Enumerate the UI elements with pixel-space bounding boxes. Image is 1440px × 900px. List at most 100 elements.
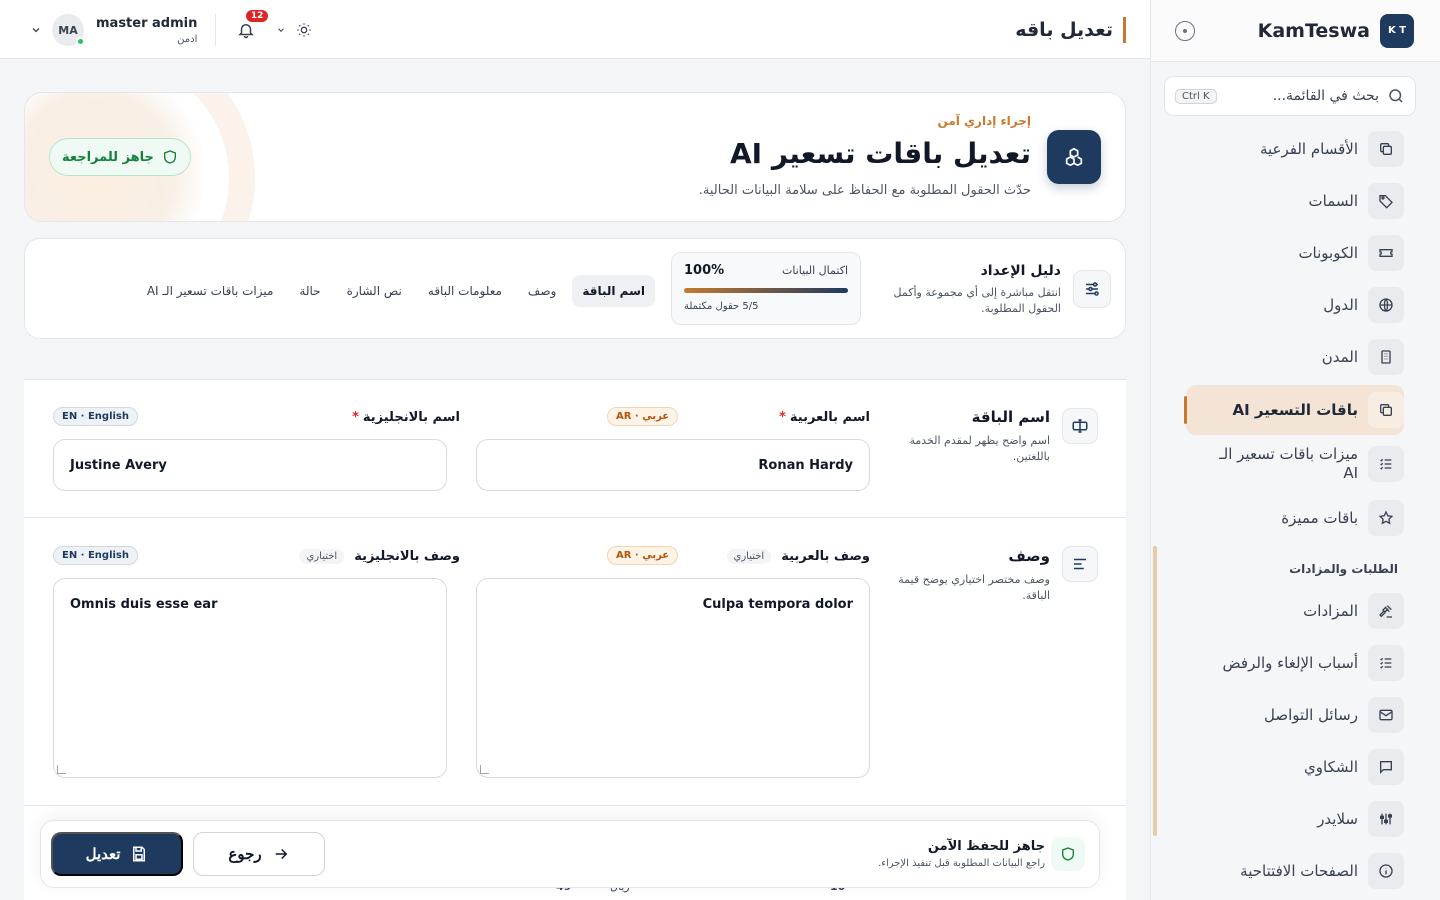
shield-icon	[163, 150, 176, 164]
avatar-initials: MA	[58, 23, 78, 37]
tab-package-info[interactable]: معلومات الباقه	[418, 275, 512, 307]
shield-icon	[1051, 837, 1085, 871]
brand-logo[interactable]: K T	[1380, 13, 1414, 48]
completion-progress-bar	[684, 288, 848, 293]
notifications-button[interactable]: 12	[234, 10, 269, 42]
sidebar-item-coupons[interactable]: الكوبونات	[1186, 228, 1404, 278]
sidebar-item-label: الكوبونات	[1298, 243, 1358, 262]
tab-package-name[interactable]: اسم الباقة	[572, 275, 655, 307]
avatar[interactable]: MA	[52, 14, 85, 46]
arabic-description-label: وصف بالعربية اختياري	[726, 549, 870, 564]
align-left-icon	[1062, 546, 1098, 582]
tab-ai-plan-features[interactable]: ميزات باقات تسعير الـ AI	[137, 275, 284, 307]
arrow-right-icon	[275, 848, 287, 860]
sidebar-collapse-icon[interactable]	[1175, 20, 1195, 41]
tab-status[interactable]: حالة	[289, 275, 330, 307]
section-tabs: اسم الباقة وصف معلومات الباقه نص الشارة …	[137, 275, 655, 307]
tab-description[interactable]: وصف	[518, 275, 566, 307]
sidebar-item-featured-plans[interactable]: باقات مميزة	[1186, 493, 1404, 543]
completion-card: اكتمال البيانات 100% 5/5 حقول مكتملة	[671, 252, 861, 325]
building-icon	[1368, 339, 1404, 375]
sidebar-search-input[interactable]: بحث في القائمة... Ctrl K	[1164, 76, 1416, 116]
optional-badge: اختياري	[726, 549, 772, 564]
page-title: تعديل باقه	[1015, 17, 1126, 43]
sidebar-menu: الأقسام الفرعية السمات الكوبونات الدول ا…	[1150, 126, 1440, 894]
hero-kicker: إجراء إداري آمن	[937, 114, 1031, 128]
sidebar-item-label: المدن	[1321, 347, 1358, 366]
save-icon	[133, 846, 146, 862]
hero-icon	[1047, 130, 1101, 184]
user-name: master admin	[96, 15, 198, 31]
search-icon	[1389, 89, 1403, 103]
sidebar-item-countries[interactable]: الدول	[1186, 280, 1404, 330]
sun-icon[interactable]	[296, 22, 312, 38]
required-mark: *	[779, 410, 786, 425]
sidebar-item-attributes[interactable]: السمات	[1186, 176, 1404, 226]
sidebar-item-contact-messages[interactable]: رسائل التواصل	[1186, 690, 1404, 740]
completion-label: اكتمال البيانات	[782, 264, 848, 277]
main-content: إجراء إداري آمن تعديل باقات تسعير AI حدّ…	[24, 59, 1126, 900]
sidebar-item-ai-plan-features[interactable]: ميزات باقات تسعير الـ AI	[1186, 440, 1404, 488]
chevron-down-icon[interactable]	[30, 24, 42, 36]
copy-icon	[1368, 131, 1404, 167]
sidebar-header: K T KamTeswa	[1151, 0, 1440, 62]
lang-chip-ar: AR · عربي	[607, 546, 679, 565]
action-bar-title: جاهز للحفظ الآمن	[927, 839, 1045, 854]
hero-subtitle: حدّث الحقول المطلوبة مع الحفاظ على سلامة…	[698, 183, 1031, 198]
save-button-label: تعديل	[85, 846, 121, 863]
online-status-dot	[76, 37, 85, 46]
field-label-text: وصف بالعربية	[781, 549, 870, 564]
english-description-label: وصف بالانجليزية اختياري	[299, 549, 460, 564]
user-menu[interactable]: master admin ادمن	[96, 16, 197, 45]
section-title: اسم الباقة	[971, 408, 1050, 426]
chevron-down-icon[interactable]	[276, 25, 286, 35]
lang-chip-ar: AR · عربي	[607, 407, 679, 426]
sidebar-item-onboarding-pages[interactable]: الصفحات الافتتاحية	[1186, 846, 1404, 894]
sidebar-item-label: سلايدر	[1317, 809, 1358, 828]
sidebar-item-cancel-reasons[interactable]: أسباب الإلغاء والرفض	[1186, 638, 1404, 688]
sidebar: K T KamTeswa بحث في القائمة... Ctrl K ال…	[1150, 0, 1440, 900]
sidebar-item-label: الصفحات الافتتاحية	[1240, 861, 1358, 880]
sidebar-item-label: باقات التسعير AI	[1232, 400, 1358, 419]
description-section: وصف وصف مختصر اختياري يوضح قيمة الباقة. …	[24, 518, 1126, 806]
globe-icon	[1368, 287, 1404, 323]
required-mark: *	[352, 410, 359, 425]
optional-badge: اختياري	[299, 549, 345, 564]
arabic-description-textarea[interactable]: Culpa tempora dolor	[476, 578, 870, 778]
save-button[interactable]: تعديل	[51, 832, 183, 876]
section-title: وصف	[1008, 547, 1050, 565]
back-button[interactable]: رجوع	[193, 832, 325, 876]
sidebar-item-slider[interactable]: سلايدر	[1186, 794, 1404, 844]
english-name-input[interactable]: Justine Avery	[53, 439, 447, 491]
text-cursor-icon	[1062, 408, 1098, 444]
topbar: تعديل باقه MA master admin ادمن 12	[0, 0, 1150, 59]
gavel-icon	[1368, 593, 1404, 629]
sidebar-item-complaints[interactable]: الشكاوي	[1186, 742, 1404, 792]
sidebar-item-ai-pricing-plans[interactable]: باقات التسعير AI	[1184, 385, 1404, 435]
topbar-actions: MA master admin ادمن 12	[30, 10, 312, 50]
sidebar-item-label: ميزات باقات تسعير الـ AI	[1219, 445, 1358, 482]
sidebar-item-auctions[interactable]: المزادات	[1186, 586, 1404, 636]
setup-guide: دليل الإعداد انتقل مباشرة إلى أي مجموعة …	[24, 238, 1126, 339]
field-label-text: اسم بالانجليزية	[362, 410, 460, 425]
guide-subtitle: انتقل مباشرة إلى أي مجموعة وأكمل الحقول …	[893, 286, 1061, 315]
bell-icon	[238, 24, 255, 39]
cubes-icon	[1065, 147, 1083, 167]
arabic-name-input[interactable]: Ronan Hardy	[476, 439, 870, 491]
arabic-name-label: اسم بالعربية *	[779, 410, 870, 425]
brand-name[interactable]: KamTeswa	[1195, 20, 1370, 42]
tab-badge-text[interactable]: نص الشارة	[337, 275, 412, 307]
action-bar-subtitle: راجع البيانات المطلوبة قبل تنفيذ الإجراء…	[878, 858, 1045, 869]
user-role: ادمن	[177, 33, 198, 45]
section-description: اسم واضح يظهر لمقدم الخدمة باللغتين.	[909, 434, 1050, 463]
back-button-label: رجوع	[228, 846, 262, 863]
completion-progress-fill	[684, 288, 848, 293]
package-name-section: اسم الباقة اسم واضح يظهر لمقدم الخدمة با…	[24, 380, 1126, 518]
sidebar-item-subcategories[interactable]: الأقسام الفرعية	[1186, 126, 1404, 174]
english-description-textarea[interactable]: Omnis duis esse ear	[53, 578, 447, 778]
sidebar-item-cities[interactable]: المدن	[1186, 332, 1404, 382]
search-placeholder: بحث في القائمة...	[1272, 88, 1379, 104]
sidebar-item-label: باقات مميزة	[1281, 508, 1358, 527]
hero-title: تعديل باقات تسعير AI	[729, 137, 1031, 170]
sidebar-item-label: المزادات	[1303, 601, 1358, 620]
